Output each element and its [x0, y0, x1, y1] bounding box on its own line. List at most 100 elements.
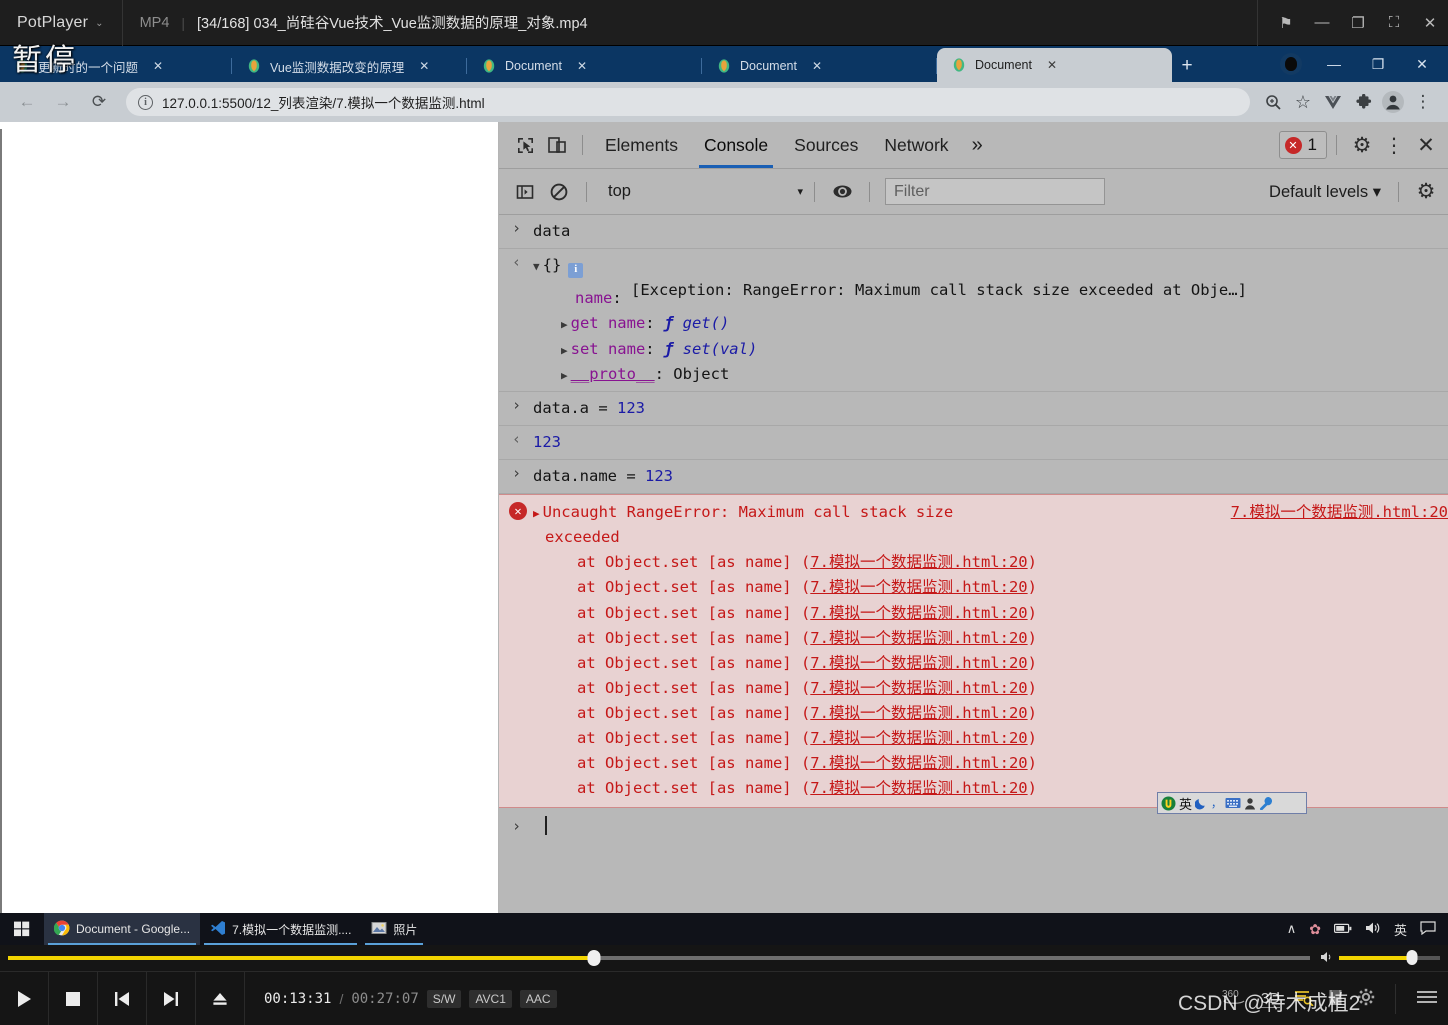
language-mode-label[interactable]: 英 — [1179, 794, 1192, 813]
stack-frame-link[interactable]: 7.模拟一个数据监测.html:20 — [810, 679, 1027, 697]
inspect-element-icon[interactable] — [509, 129, 541, 161]
filter-input[interactable]: Filter — [885, 178, 1105, 205]
browser-tab-5-active[interactable]: Document ✕ — [937, 48, 1172, 82]
taskbar-item-photos[interactable]: 照片 — [361, 913, 427, 945]
browser-tab-4[interactable]: Document ✕ — [702, 50, 937, 82]
sogou-ime-bar[interactable]: 英 ， — [1157, 792, 1307, 814]
new-tab-button[interactable]: + — [1172, 50, 1202, 82]
site-info-icon[interactable]: i — [138, 94, 153, 110]
info-icon[interactable]: i — [568, 262, 584, 278]
volume-icon[interactable] — [1320, 951, 1334, 966]
close-icon[interactable]: ✕ — [805, 54, 829, 78]
object-prop-set-name[interactable]: ▶ set name: ƒ set(val) — [533, 337, 1448, 362]
restore-button[interactable]: ❐ — [1340, 0, 1376, 46]
previous-button[interactable] — [98, 972, 147, 1025]
browser-tab-2[interactable]: Vue监测数据改变的原理 ✕ — [232, 50, 467, 82]
chevron-down-icon[interactable]: ⌄ — [95, 18, 103, 29]
close-icon[interactable]: ✕ — [412, 54, 436, 78]
punctuation-icon[interactable]: ， — [1211, 795, 1222, 811]
expand-triangle-icon[interactable]: ▶ — [561, 369, 568, 382]
soft-keyboard-icon[interactable] — [1225, 797, 1241, 809]
stack-frame-link[interactable]: 7.模拟一个数据监测.html:20 — [810, 754, 1027, 772]
bookmark-star-icon[interactable]: ☆ — [1288, 87, 1318, 117]
minimize-button[interactable]: — — [1304, 0, 1340, 46]
object-prop-proto[interactable]: ▶ __proto__: Object — [533, 362, 1448, 387]
3d-video-icon[interactable]: 3D — [1260, 990, 1280, 1008]
address-bar[interactable]: i 127.0.0.1:5500/12_列表渲染/7.模拟一个数据监测.html — [126, 88, 1250, 116]
extensions-puzzle-icon[interactable] — [1348, 87, 1378, 117]
object-header[interactable]: ▼{} i — [533, 253, 1448, 278]
vue-devtools-icon[interactable] — [1318, 87, 1348, 117]
play-button[interactable] — [0, 972, 49, 1025]
more-tabs-icon[interactable]: » — [962, 134, 993, 157]
battery-icon[interactable] — [1333, 922, 1352, 937]
device-toolbar-icon[interactable] — [541, 129, 573, 161]
stack-frame-link[interactable]: 7.模拟一个数据监测.html:20 — [810, 604, 1027, 622]
close-devtools-icon[interactable]: ✕ — [1410, 129, 1442, 161]
volume-handle[interactable] — [1406, 950, 1418, 965]
show-hidden-icons[interactable]: ∧ — [1287, 921, 1297, 937]
zoom-icon[interactable] — [1258, 87, 1288, 117]
menu-icon[interactable] — [1416, 989, 1438, 1008]
settings-gear-icon[interactable] — [1357, 988, 1375, 1009]
tab-sources[interactable]: Sources — [781, 122, 871, 168]
bookmark-icon[interactable] — [1328, 989, 1343, 1009]
error-count-badge[interactable]: ✕ 1 — [1278, 131, 1327, 159]
sakura-icon[interactable]: ✿ — [1309, 921, 1321, 938]
video-codec-chip[interactable]: AVC1 — [469, 989, 512, 1008]
volume-icon[interactable] — [1365, 921, 1381, 938]
stop-button[interactable] — [49, 972, 98, 1025]
seek-bar[interactable] — [8, 950, 1310, 966]
audio-codec-chip[interactable]: AAC — [519, 989, 557, 1008]
seek-handle[interactable] — [587, 950, 601, 966]
stack-frame-link[interactable]: 7.模拟一个数据监测.html:20 — [810, 654, 1027, 672]
close-button[interactable]: ✕ — [1412, 0, 1448, 46]
taskbar-item-vscode[interactable]: 7.模拟一个数据监测.... — [200, 913, 361, 945]
gear-icon[interactable]: ⚙ — [1346, 129, 1378, 161]
stack-frame-link[interactable]: 7.模拟一个数据监测.html:20 — [810, 729, 1027, 747]
toolbox-icon[interactable] — [1259, 796, 1273, 810]
browser-tab-1[interactable]: 更新时的一个问题 ✕ — [0, 50, 232, 82]
minimize-button[interactable]: — — [1312, 48, 1356, 81]
close-button[interactable]: ✕ — [1400, 48, 1444, 81]
moon-icon[interactable] — [1195, 797, 1208, 810]
console-sidebar-icon[interactable] — [509, 176, 541, 208]
error-source-link[interactable]: 7.模拟一个数据监测.html:20 — [1207, 500, 1448, 525]
action-center-icon[interactable] — [1420, 920, 1436, 938]
stack-frame-link[interactable]: 7.模拟一个数据监测.html:20 — [810, 553, 1027, 571]
close-icon[interactable]: ✕ — [146, 54, 170, 78]
pin-button[interactable]: ⚑ — [1268, 0, 1304, 46]
log-levels-select[interactable]: Default levels ▾ — [1269, 182, 1387, 202]
tab-network[interactable]: Network — [871, 122, 961, 168]
taskbar-item-chrome[interactable]: Document - Google... — [44, 913, 201, 945]
stack-frame-link[interactable]: 7.模拟一个数据监测.html:20 — [810, 578, 1027, 596]
back-icon[interactable]: ← — [10, 85, 44, 119]
expand-triangle-icon[interactable]: ▼ — [533, 260, 540, 273]
eject-button[interactable] — [196, 972, 245, 1025]
profile-avatar[interactable] — [1280, 53, 1302, 75]
stack-frame-link[interactable]: 7.模拟一个数据监测.html:20 — [810, 629, 1027, 647]
potplayer-app-name[interactable]: PotPlayer — [0, 14, 88, 32]
browser-tab-3[interactable]: Document ✕ — [467, 50, 702, 82]
console-settings-gear-icon[interactable]: ⚙ — [1410, 176, 1442, 208]
prop-key[interactable]: __proto__ — [571, 365, 655, 383]
expand-triangle-icon[interactable]: ▶ — [533, 507, 540, 520]
console-error-row[interactable]: ✕ ▶ Uncaught RangeError: Maximum call sta… — [499, 494, 1448, 809]
close-icon[interactable]: ✕ — [1040, 53, 1064, 77]
reload-icon[interactable]: ⟳ — [82, 85, 116, 119]
close-icon[interactable]: ✕ — [570, 54, 594, 78]
360-video-icon[interactable]: 360 — [1221, 987, 1247, 1010]
tab-elements[interactable]: Elements — [592, 122, 691, 168]
clear-console-icon[interactable] — [543, 176, 575, 208]
maximize-button[interactable]: ❐ — [1356, 48, 1400, 81]
forward-icon[interactable]: → — [46, 85, 80, 119]
object-prop-get-name[interactable]: ▶ get name: ƒ get() — [533, 311, 1448, 336]
profile-avatar-icon[interactable] — [1378, 87, 1408, 117]
live-expression-eye-icon[interactable] — [826, 176, 858, 208]
chrome-menu-icon[interactable]: ⋮ — [1408, 87, 1438, 117]
volume-bar[interactable] — [1339, 950, 1440, 965]
expand-triangle-icon[interactable]: ▶ — [561, 344, 568, 357]
playlist-icon[interactable] — [1294, 989, 1314, 1009]
renderer-chip[interactable]: S/W — [426, 989, 462, 1008]
stack-frame-link[interactable]: 7.模拟一个数据监测.html:20 — [810, 779, 1027, 797]
